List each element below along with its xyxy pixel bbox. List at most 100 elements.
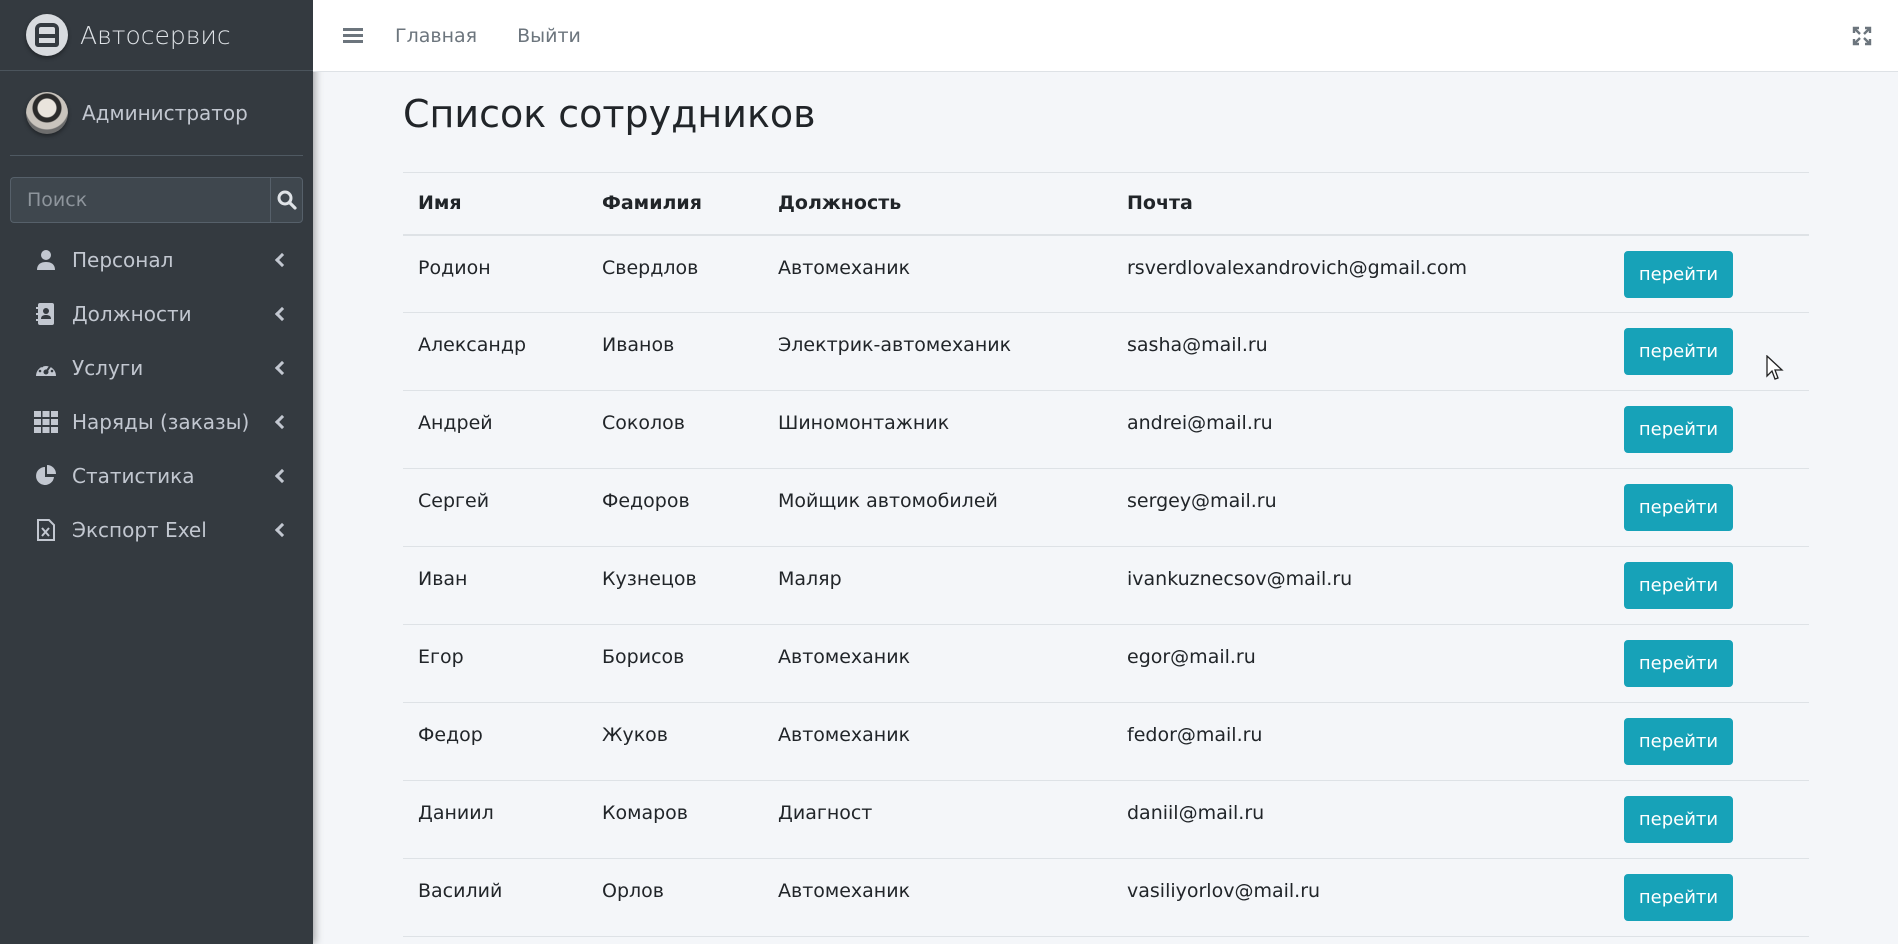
cell-position: Автомеханик <box>763 234 1112 313</box>
chevron-left-icon <box>274 252 290 268</box>
open-employee-button[interactable]: перейти <box>1624 250 1733 298</box>
open-employee-button[interactable]: перейти <box>1624 796 1733 843</box>
table-row: Федор Жуков Автомеханик fedor@mail.ru перейт… <box>403 702 1809 781</box>
cell-email: sergey@mail.ru <box>1112 468 1609 547</box>
cell-email: ivankuznecsov@mail.ru <box>1112 546 1609 625</box>
column-header-first-name: Имя <box>403 172 587 236</box>
open-employee-button[interactable]: перейти <box>1624 328 1733 375</box>
cell-last-name: Жуков <box>587 702 763 781</box>
sidebar-item-orders[interactable]: Наряды (заказы) <box>0 395 313 449</box>
cell-first-name: Иван <box>403 546 587 625</box>
chevron-left-icon <box>274 468 290 484</box>
employees-table: Имя Фамилия Должность Почта Родион Свердл… <box>403 172 1809 937</box>
chevron-left-icon <box>274 414 290 430</box>
main-content: Список сотрудников Имя Фамилия Должность… <box>403 72 1809 937</box>
cell-first-name: Андрей <box>403 390 587 469</box>
search-icon <box>277 190 297 210</box>
cell-email: andrei@mail.ru <box>1112 390 1609 469</box>
user-panel[interactable]: Администратор <box>10 71 303 156</box>
hamburger-menu-icon[interactable] <box>343 25 363 46</box>
cell-last-name: Борисов <box>587 624 763 703</box>
open-employee-button[interactable]: перейти <box>1624 874 1733 921</box>
excel-file-icon <box>34 518 58 542</box>
cell-position: Маляр <box>763 546 1112 625</box>
sidebar-item-label: Наряды (заказы) <box>72 410 250 434</box>
cell-action: перейти <box>1609 234 1809 313</box>
fullscreen-icon[interactable] <box>1852 26 1872 46</box>
cell-action: перейти <box>1609 780 1809 859</box>
search-button[interactable] <box>270 177 303 223</box>
home-link[interactable]: Главная <box>395 25 477 47</box>
cell-first-name: Родион <box>403 234 587 313</box>
chevron-left-icon <box>274 522 290 538</box>
cell-action: перейти <box>1609 468 1809 547</box>
sidebar-item-services[interactable]: Услуги <box>0 341 313 395</box>
open-employee-button[interactable]: перейти <box>1624 718 1733 765</box>
cell-position: Шиномонтажник <box>763 390 1112 469</box>
mouse-cursor-icon <box>1766 355 1784 380</box>
sidebar-item-label: Персонал <box>72 248 174 272</box>
table-row: Егор Борисов Автомеханик egor@mail.ru перейт… <box>403 624 1809 703</box>
cell-email: egor@mail.ru <box>1112 624 1609 703</box>
chevron-left-icon <box>274 360 290 376</box>
cell-position: Автомеханик <box>763 702 1112 781</box>
cell-email: fedor@mail.ru <box>1112 702 1609 781</box>
cell-last-name: Иванов <box>587 312 763 391</box>
brand-link[interactable]: Автосервис <box>0 0 313 71</box>
column-header-last-name: Фамилия <box>587 172 763 236</box>
sidebar-nav: Персонал Должности Услуги Наряды (заказы… <box>0 233 313 557</box>
cell-first-name: Федор <box>403 702 587 781</box>
column-header-position: Должность <box>763 172 1112 236</box>
search-input[interactable] <box>10 177 270 223</box>
page-title: Список сотрудников <box>403 92 816 136</box>
cell-first-name: Василий <box>403 858 587 937</box>
sidebar-item-statistics[interactable]: Статистика <box>0 449 313 503</box>
cell-action: перейти <box>1609 624 1809 703</box>
cell-email: daniil@mail.ru <box>1112 780 1609 859</box>
cell-last-name: Свердлов <box>587 234 763 313</box>
open-employee-button[interactable]: перейти <box>1624 484 1733 531</box>
brand-logo-icon <box>26 14 68 56</box>
table-row: Александр Иванов Электрик-автомеханик sasha… <box>403 312 1809 391</box>
cell-position: Мойщик автомобилей <box>763 468 1112 547</box>
sidebar-item-export-excel[interactable]: Экспорт Exel <box>0 503 313 557</box>
open-employee-button[interactable]: перейти <box>1624 406 1733 453</box>
contact-book-icon <box>34 302 58 326</box>
cell-action: перейти <box>1609 858 1809 937</box>
cell-action: перейти <box>1609 546 1809 625</box>
cell-last-name: Орлов <box>587 858 763 937</box>
cell-first-name: Сергей <box>403 468 587 547</box>
cell-action: перейти <box>1609 390 1809 469</box>
table-row: Василий Орлов Автомеханик vasiliyorlov@mail… <box>403 858 1809 937</box>
logout-link[interactable]: Выйти <box>517 25 581 47</box>
cell-position: Автомеханик <box>763 858 1112 937</box>
sidebar-item-staff[interactable]: Персонал <box>0 233 313 287</box>
open-employee-button[interactable]: перейти <box>1624 640 1733 687</box>
table-row: Сергей Федоров Мойщик автомобилей sergey@ma… <box>403 468 1809 547</box>
cell-email: sasha@mail.ru <box>1112 312 1609 391</box>
cell-last-name: Соколов <box>587 390 763 469</box>
sidebar-item-label: Услуги <box>72 356 144 380</box>
cell-last-name: Комаров <box>587 780 763 859</box>
table-row: Даниил Комаров Диагност daniil@mail.ru перей… <box>403 780 1809 859</box>
sidebar-search <box>10 177 303 223</box>
user-name[interactable]: Администратор <box>82 101 248 125</box>
cell-first-name: Даниил <box>403 780 587 859</box>
open-employee-button[interactable]: перейти <box>1624 562 1733 609</box>
top-navbar: Главная Выйти <box>313 0 1898 72</box>
grid-icon <box>34 410 58 434</box>
sidebar-item-label: Экспорт Exel <box>72 518 207 542</box>
cell-first-name: Александр <box>403 312 587 391</box>
cell-position: Диагност <box>763 780 1112 859</box>
sidebar: Автосервис Администратор Персонал Должно… <box>0 0 313 944</box>
table-header-row: Имя Фамилия Должность Почта <box>403 172 1809 236</box>
column-header-action <box>1609 172 1809 236</box>
table-row: Иван Кузнецов Маляр ivankuznecsov@mail.ru пе… <box>403 546 1809 625</box>
table-row: Родион Свердлов Автомеханик rsverdlovalexan… <box>403 234 1809 313</box>
cell-email: rsverdlovalexandrovich@gmail.com <box>1112 234 1609 313</box>
user-icon <box>34 248 58 272</box>
cell-last-name: Кузнецов <box>587 546 763 625</box>
sidebar-item-positions[interactable]: Должности <box>0 287 313 341</box>
cell-action: перейти <box>1609 702 1809 781</box>
speedometer-icon <box>34 356 58 380</box>
